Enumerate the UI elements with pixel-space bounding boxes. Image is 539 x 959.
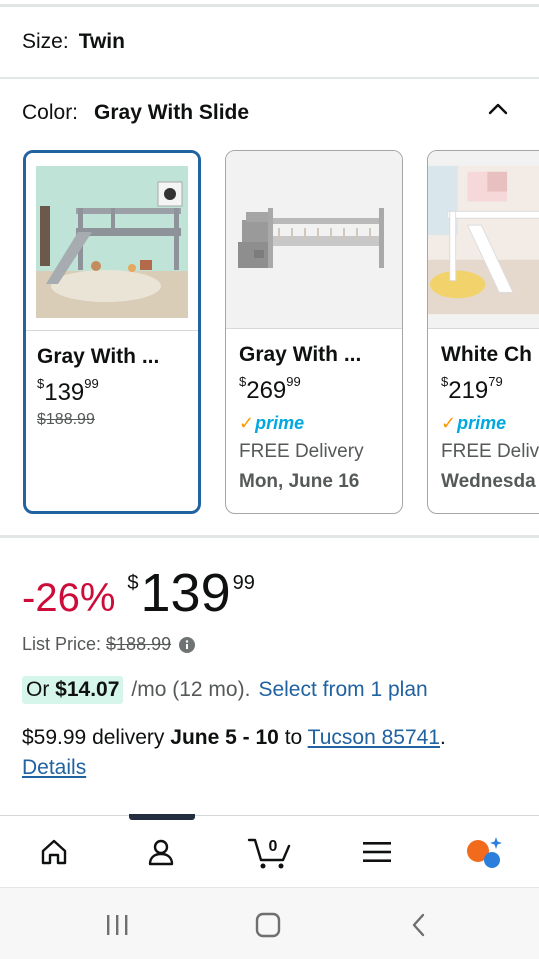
swatch-card-white[interactable]: White Ch $21979 ✓ prime FREE Deliv Wednes… — [427, 150, 539, 514]
color-swatch-carousel[interactable]: Gray With ... $13999 $188.99 Gray With .… — [0, 150, 539, 515]
cart-count: 0 — [269, 838, 278, 855]
product-image — [428, 151, 539, 329]
list-price-label: List Price: — [22, 634, 102, 654]
swatch-list-price: $188.99 — [37, 411, 95, 428]
menu-icon[interactable] — [357, 832, 397, 872]
list-price-value: $188.99 — [106, 634, 172, 654]
cart-icon[interactable]: 0 — [246, 832, 294, 872]
divider — [0, 77, 539, 79]
size-value: Twin — [78, 30, 125, 53]
delivery-text: FREE Deliv — [441, 441, 539, 462]
delivery-to: to — [284, 726, 303, 749]
prime-check-icon: ✓ — [441, 412, 457, 433]
delivery-date: Wednesda — [441, 471, 536, 492]
active-tab-indicator — [129, 814, 195, 820]
chevron-up-icon[interactable] — [487, 98, 509, 120]
plan-highlight: Or $14.07 — [22, 676, 124, 704]
delivery-info: $59.99 delivery June 5 - 10 to Tucson 85… — [22, 723, 522, 783]
price-fraction: 99 — [232, 572, 255, 594]
swatch-price: $21979 — [441, 374, 503, 404]
prime-check-icon: ✓ — [239, 412, 255, 433]
section-divider — [0, 535, 539, 538]
swatch-card-gray-stairs[interactable]: Gray With ... $26999 ✓ prime FREE Deliver… — [225, 150, 403, 514]
size-label: Size: — [22, 30, 69, 53]
price-block: -26% $ 139 99 — [22, 562, 255, 624]
bottom-navigation: 0 — [0, 814, 539, 887]
color-selector-header[interactable]: Color: Gray With Slide — [0, 86, 539, 140]
info-icon[interactable] — [179, 636, 196, 653]
product-image — [26, 153, 198, 331]
delivery-date: Mon, June 16 — [239, 471, 360, 492]
swatch-card-gray-slide[interactable]: Gray With ... $13999 $188.99 — [23, 150, 201, 514]
home-icon[interactable] — [34, 832, 74, 872]
back-icon[interactable] — [404, 910, 434, 940]
swatch-title: Gray With ... — [37, 345, 160, 368]
current-price: $ 139 99 — [127, 562, 254, 624]
delivery-location-link[interactable]: Tucson 85741 — [308, 726, 440, 749]
plan-period: /mo (12 mo). — [131, 678, 251, 701]
plan-amount: $14.07 — [55, 678, 120, 701]
prime-badge: ✓ prime — [441, 412, 507, 433]
swatch-price: $13999 — [37, 376, 99, 406]
discount-percent: -26% — [22, 576, 116, 620]
select-plan-link[interactable]: Select from 1 plan — [258, 678, 427, 702]
delivery-dates: June 5 - 10 — [170, 726, 279, 749]
size-selector[interactable]: Size: Twin — [0, 7, 539, 77]
system-navigation-bar — [0, 887, 539, 959]
swatch-price: $26999 — [239, 374, 301, 404]
delivery-text: FREE Delivery — [239, 441, 364, 462]
details-link[interactable]: Details — [22, 756, 86, 779]
account-icon[interactable] — [141, 832, 181, 872]
price-symbol: $ — [127, 572, 139, 594]
delivery-period: . — [440, 726, 446, 749]
installment-plan: Or $14.07 /mo (12 mo). Select from 1 pla… — [22, 674, 428, 706]
color-label: Color: — [22, 101, 79, 124]
rufus-icon[interactable] — [464, 832, 504, 872]
recent-apps-icon[interactable] — [102, 910, 132, 940]
product-image — [226, 151, 402, 329]
prime-badge: ✓ prime — [239, 412, 305, 433]
home-button-icon[interactable] — [253, 910, 283, 940]
swatch-title: White Ch — [441, 343, 532, 366]
color-value: Gray With Slide — [94, 101, 250, 124]
price-whole: 139 — [140, 563, 231, 623]
list-price: List Price: $188.99 — [22, 634, 196, 655]
swatch-title: Gray With ... — [239, 343, 362, 366]
delivery-cost: $59.99 delivery — [22, 726, 165, 749]
